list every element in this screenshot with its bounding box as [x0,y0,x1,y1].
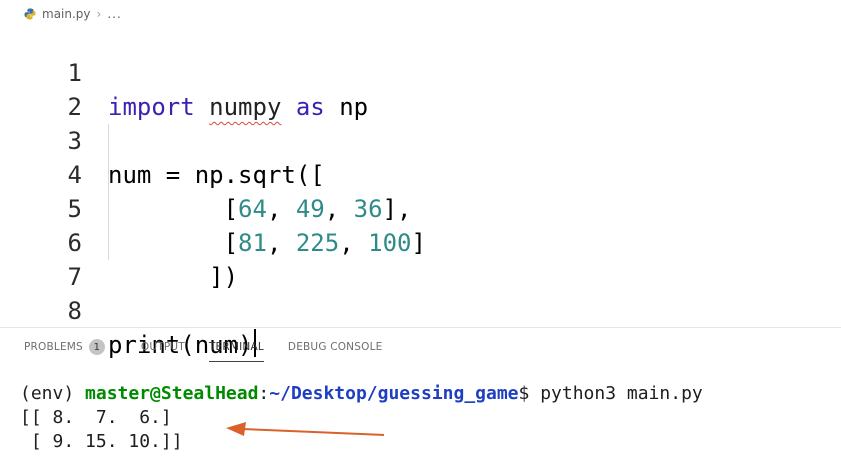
code-line-8: 8 print(num) [0,260,841,359]
tab-output[interactable]: OUTPUT [141,336,185,358]
code-line-7: 7 [0,226,841,291]
code-editor[interactable]: 1 import numpy as np 2 3 num = np.sqrt([… [0,22,841,359]
code-line-1: 1 import numpy as np [0,22,841,121]
tab-label: TERMINAL [208,341,264,353]
python-file-icon [24,8,36,20]
code-line-2: 2 [0,56,841,121]
tab-label: PROBLEMS [24,341,83,353]
terminal-colon: : [258,383,270,404]
terminal-path: ~/Desktop/guessing_game [269,383,519,404]
code-line-6: 6 ]) [0,192,841,291]
terminal-output-line: [ 9. 15. 10.]] [20,431,183,452]
panel-tabs: PROBLEMS 1 OUTPUT TERMINAL DEBUG CONSOLE [24,336,406,362]
panel-divider [0,327,841,328]
terminal-output-line: [[ 8. 7. 6.] [20,407,172,428]
terminal-env: (env) [20,383,86,404]
code-line-3: 3 num = np.sqrt([ [0,90,841,189]
tab-label: DEBUG CONSOLE [287,341,383,353]
tab-problems[interactable]: PROBLEMS 1 [24,336,117,358]
tab-terminal[interactable]: TERMINAL [208,336,264,362]
terminal-command: $ python3 main.py [518,383,703,404]
line-number: 8 [67,297,82,325]
terminal[interactable]: (env) master@StealHead:~/Desktop/guessin… [20,382,830,454]
tab-debug-console[interactable]: DEBUG CONSOLE [288,336,383,358]
problems-count-badge: 1 [88,339,105,355]
tab-label: OUTPUT [140,341,185,353]
breadcrumb-separator: › [96,7,102,21]
code-line-5: 5 [81, 225, 100] [0,158,841,257]
breadcrumb-file[interactable]: main.py [42,7,91,21]
annotation-arrow-icon [226,422,385,436]
terminal-user-host: master@StealHead [85,383,259,404]
code-line-4: 4 [64, 49, 36], [0,124,841,223]
breadcrumb-more[interactable]: ... [107,7,121,21]
